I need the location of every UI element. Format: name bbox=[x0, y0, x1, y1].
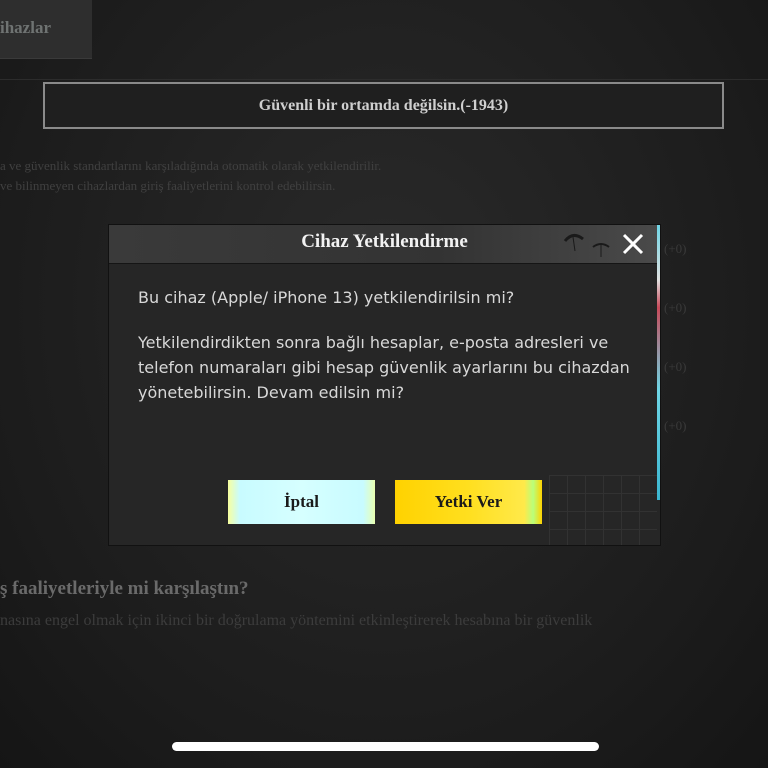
counter-4: (+0) bbox=[664, 418, 687, 433]
dialog-title: Cihaz Yetkilendirme bbox=[301, 231, 468, 252]
faq-title: ş faaliyetleriyle mi karşılaştın? bbox=[0, 578, 249, 599]
warning-text: Güvenli bir ortamda değilsin.(-1943) bbox=[258, 96, 509, 114]
device-authorization-dialog: Cihaz Yetkilendirme Bu cihaz (Apple/ iPh… bbox=[109, 225, 660, 545]
counter-2: (+0) bbox=[664, 300, 687, 315]
tab-devices[interactable]: ihazlar bbox=[0, 0, 92, 59]
description-line-1: a ve güvenlik standartlarını karşıladığı… bbox=[0, 158, 382, 173]
counter-3: (+0) bbox=[664, 359, 687, 374]
cancel-button-label: İptal bbox=[284, 492, 319, 511]
dialog-header: Cihaz Yetkilendirme bbox=[109, 225, 660, 264]
authorization-question: Bu cihaz (Apple/ iPhone 13) yetkilendiri… bbox=[138, 288, 515, 307]
description-line-2: ve bilinmeyen cihazlardan giriş faaliyet… bbox=[0, 178, 336, 193]
tab-label: ihazlar bbox=[0, 18, 51, 37]
divider bbox=[0, 79, 768, 80]
cancel-button[interactable]: İptal bbox=[228, 480, 375, 524]
counter-1: (+0) bbox=[664, 241, 687, 256]
dialog-body: Bu cihaz (Apple/ iPhone 13) yetkilendiri… bbox=[138, 285, 638, 405]
dialog-edge-glow bbox=[657, 225, 660, 500]
security-warning-banner: Güvenli bir ortamda değilsin.(-1943) bbox=[43, 82, 724, 129]
faq-text: nasına engel olmak için ikinci bir doğru… bbox=[0, 612, 593, 629]
grid-decoration bbox=[549, 475, 657, 545]
authorize-button[interactable]: Yetki Ver bbox=[395, 480, 542, 524]
close-icon[interactable] bbox=[619, 230, 647, 258]
authorization-description: Yetkilendirdikten sonra bağlı hesaplar, … bbox=[138, 333, 630, 402]
authorize-button-label: Yetki Ver bbox=[434, 492, 503, 511]
home-indicator[interactable] bbox=[172, 742, 599, 751]
